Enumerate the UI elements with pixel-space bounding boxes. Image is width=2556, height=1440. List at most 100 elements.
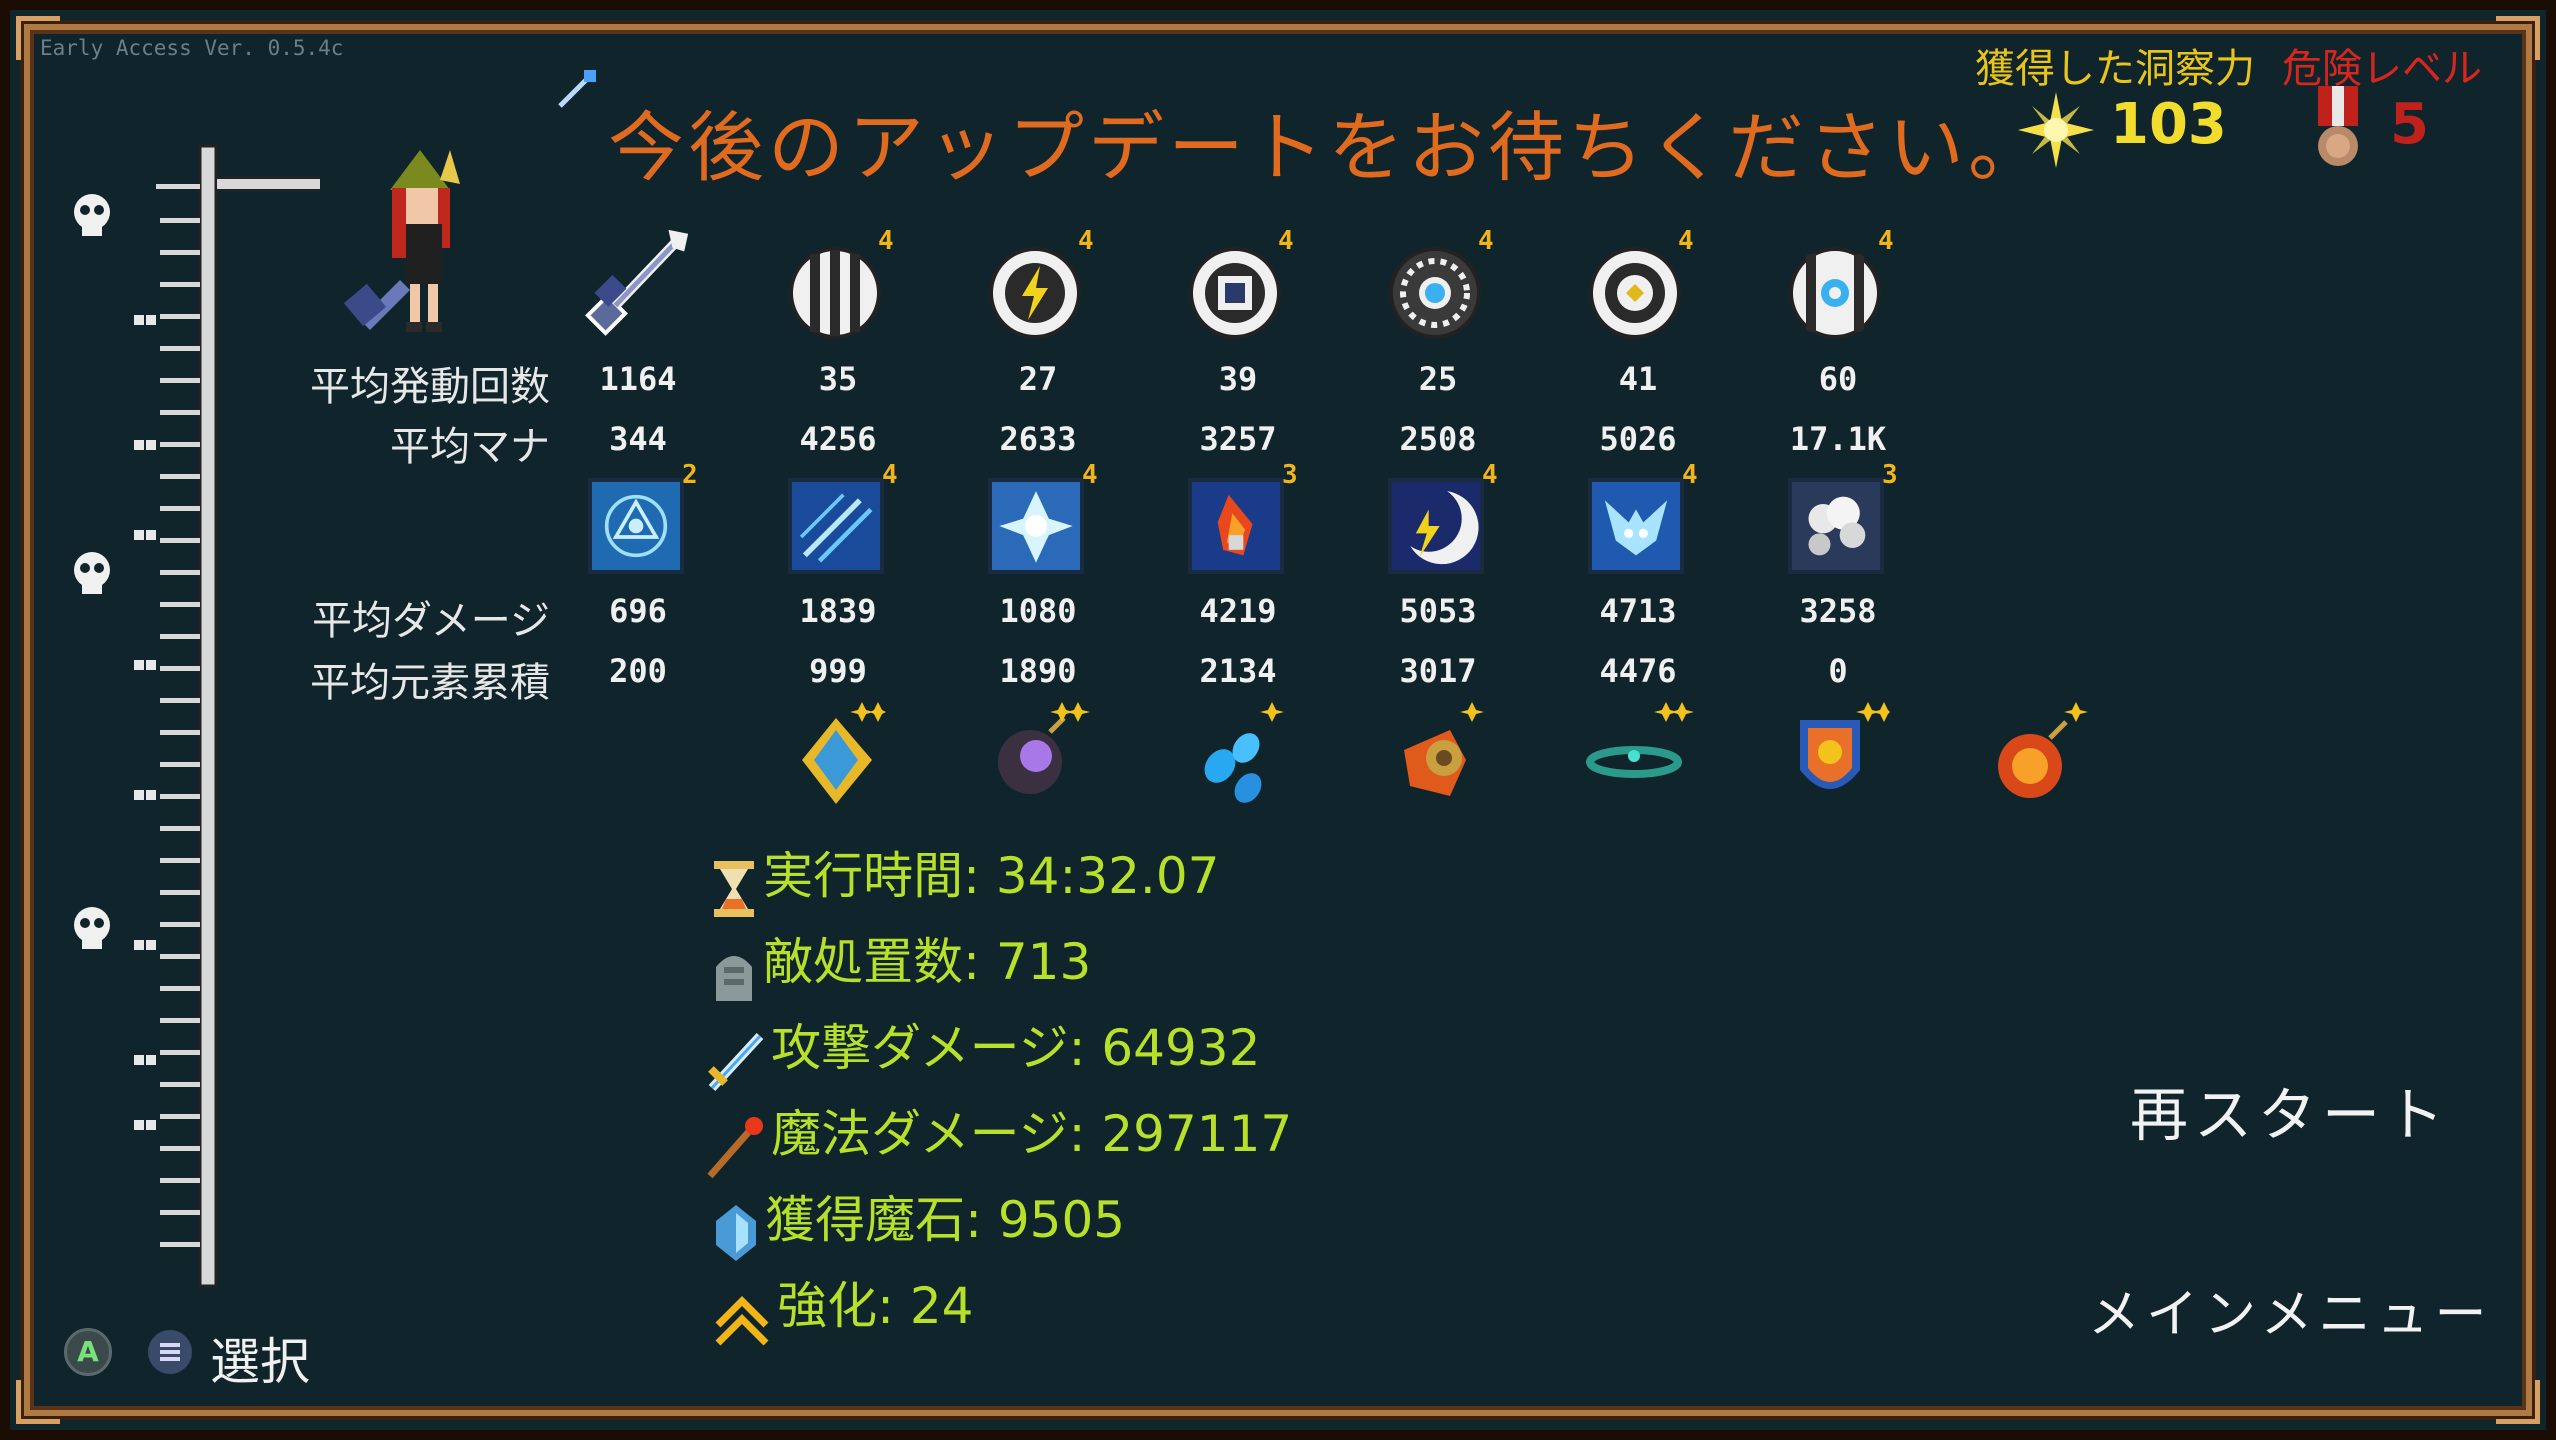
restart-button[interactable]: 再スタート (2130, 1068, 2450, 1152)
frame-corner (2496, 1380, 2540, 1424)
progress-ruler (74, 144, 320, 1288)
snowflake-ring-orb-icon (1389, 247, 1481, 339)
menu-button-icon[interactable] (148, 1330, 192, 1374)
skill-slot[interactable] (788, 478, 884, 578)
diamond-orb-icon (1589, 247, 1681, 339)
ice-streak-skill-icon (788, 478, 884, 574)
avg-mana-label: 平均マナ (390, 424, 550, 470)
insight-value: 103 (2110, 92, 2227, 157)
orb-slot[interactable] (1788, 246, 1882, 344)
version-label: Early Access Ver. 0.5.4c (40, 36, 344, 60)
magic-circle-skill-icon (588, 478, 684, 574)
relic-slot[interactable] (1790, 700, 1890, 816)
wand-activations: 1164 (599, 360, 677, 398)
skill-damage: 3258 (1799, 592, 1877, 630)
orb-slot[interactable] (1588, 246, 1682, 344)
fire-bolt-skill-icon (1188, 478, 1284, 574)
orb-activations: 60 (1818, 360, 1858, 398)
crystal-icon (716, 1204, 756, 1261)
square-orb-icon (1189, 247, 1281, 339)
skill-slot[interactable] (1188, 478, 1284, 578)
skill-damage: 1080 (999, 592, 1077, 630)
relic-slot[interactable] (1986, 700, 2096, 814)
frame-corner (16, 1380, 60, 1424)
wand-slot[interactable] (578, 222, 696, 344)
stat-mana-stones: 獲得魔石: 9505 (712, 1180, 1125, 1263)
ice-burst-skill-icon (988, 478, 1084, 574)
avg-element-label: 平均元素累積 (310, 660, 550, 706)
skill-damage: 696 (609, 592, 667, 630)
skill-element: 2134 (1199, 652, 1277, 690)
teal-ring-icon (1586, 702, 1694, 778)
a-button-icon[interactable]: A (64, 1328, 112, 1376)
sun-star-icon (2018, 92, 2094, 168)
orb-activations: 27 (1018, 360, 1058, 398)
main-menu-button[interactable]: メインメニュー (2088, 1272, 2492, 1347)
sword-icon (708, 1032, 764, 1091)
skill-level-badge: 3 (1882, 460, 1898, 490)
skill-element: 0 (1828, 652, 1848, 690)
skill-element: 200 (609, 652, 667, 690)
striped-orb-icon (789, 247, 881, 339)
relic-slot[interactable] (990, 700, 1090, 814)
orb-level-badge: 4 (1478, 226, 1494, 256)
skill-slot[interactable] (588, 478, 684, 578)
page-title: 今後のアップデートをお待ちください。 (608, 103, 2048, 192)
ice-fox-skill-icon (1588, 478, 1684, 574)
skull-icon (74, 194, 110, 949)
orb-mana: 5026 (1599, 420, 1677, 458)
orb-slot[interactable] (1388, 246, 1482, 344)
orb-level-badge: 4 (1878, 226, 1894, 256)
stat-magic-damage: 魔法ダメージ: 297117 (702, 1094, 1292, 1182)
skill-element: 999 (809, 652, 867, 690)
skill-element: 3017 (1399, 652, 1477, 690)
skill-damage: 4713 (1599, 592, 1677, 630)
stat-text: 攻撃ダメージ: 64932 (771, 1019, 1261, 1077)
fire-bomb-icon (1998, 702, 2088, 798)
stat-text: 敵処置数: 713 (763, 933, 1092, 991)
orb-slot[interactable] (988, 246, 1082, 344)
stat-text: 強化: 24 (777, 1277, 974, 1335)
hourglass-icon (714, 860, 754, 917)
frame-corner (2496, 16, 2540, 60)
orb-slot[interactable] (788, 246, 882, 344)
select-label: 選択 (210, 1333, 310, 1391)
skill-slot[interactable] (1388, 478, 1484, 578)
orb-level-badge: 4 (1678, 226, 1694, 256)
orb-mana: 2633 (999, 420, 1077, 458)
crystal-pendant-icon (802, 702, 886, 804)
cloud-skill-icon (1788, 478, 1884, 574)
orb-level-badge: 4 (878, 226, 894, 256)
skill-slot[interactable] (1788, 478, 1884, 578)
skill-element: 1890 (999, 652, 1077, 690)
skill-level-badge: 2 (682, 460, 698, 490)
skill-element: 4476 (1599, 652, 1677, 690)
orb-level-badge: 4 (1078, 226, 1094, 256)
insight-label: 獲得した洞察力 (1975, 46, 2255, 92)
avg-damage-label: 平均ダメージ (312, 598, 550, 644)
relic-slot[interactable] (796, 700, 886, 814)
skill-level-badge: 4 (1082, 460, 1098, 490)
orb-slot[interactable] (1188, 246, 1282, 344)
stat-upgrades: 強化: 24 (712, 1266, 973, 1349)
fire-gauntlet-icon (1404, 702, 1484, 796)
stat-text: 実行時間: 34:32.07 (763, 847, 1220, 905)
relic-slot[interactable] (1190, 700, 1290, 814)
character-sprite-icon (343, 150, 460, 332)
relic-slot[interactable] (1584, 700, 1694, 814)
cursor-wand-icon (558, 70, 596, 108)
skill-level-badge: 4 (882, 460, 898, 490)
skill-level-badge: 4 (1482, 460, 1498, 490)
stat-text: 獲得魔石: 9505 (765, 1191, 1126, 1249)
skill-slot[interactable] (1588, 478, 1684, 578)
orb-activations: 41 (1618, 360, 1658, 398)
skill-slot[interactable] (988, 478, 1084, 578)
skill-level-badge: 3 (1282, 460, 1298, 490)
medal-icon (2318, 86, 2358, 166)
lion-shield-icon (1800, 702, 1890, 789)
stat-run-time: 実行時間: 34:32.07 (710, 836, 1219, 919)
orb-mana: 4256 (799, 420, 877, 458)
orb-activations: 39 (1218, 360, 1258, 398)
avg-activations-label: 平均発動回数 (310, 364, 550, 410)
relic-slot[interactable] (1390, 700, 1490, 814)
